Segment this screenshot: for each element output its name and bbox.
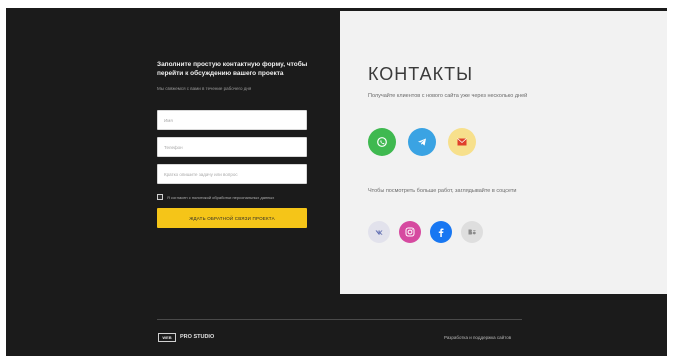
whatsapp-button[interactable] xyxy=(368,128,396,156)
message-input[interactable] xyxy=(157,164,307,184)
phone-input[interactable] xyxy=(157,137,307,157)
telegram-button[interactable] xyxy=(408,128,436,156)
behance-icon xyxy=(468,229,476,235)
contact-form: Заполните простую контактную форму, чтоб… xyxy=(157,60,317,228)
form-title: Заполните простую контактную форму, чтоб… xyxy=(157,61,308,77)
form-subtitle: Мы свяжемся с вами в течение рабочего дн… xyxy=(157,86,252,91)
consent-checkbox[interactable] xyxy=(157,194,163,200)
vk-icon xyxy=(375,230,383,235)
whatsapp-icon xyxy=(376,136,388,148)
facebook-icon xyxy=(438,228,444,237)
consent-label: Я согласен с политикой обработки персона… xyxy=(167,194,275,200)
name-input[interactable] xyxy=(157,110,307,130)
facebook-button[interactable] xyxy=(430,221,452,243)
footer-divider xyxy=(157,319,522,320)
behance-button[interactable] xyxy=(461,221,483,243)
contacts-title: КОНТАКТЫ xyxy=(368,64,474,84)
messengers-text: Получайте клиентов с нового сайта уже че… xyxy=(368,93,528,99)
submit-button[interactable]: ЖДАТЬ ОБРАТНОЙ СВЯЗИ ПРОЕКТА xyxy=(157,208,307,228)
footer-link[interactable]: Разработка и поддержка сайтов xyxy=(444,335,511,340)
consent-row: Я согласен с политикой обработки персона… xyxy=(157,193,317,201)
telegram-icon xyxy=(417,137,427,147)
contacts-panel: КОНТАКТЫ Получайте клиентов с нового сай… xyxy=(340,11,667,294)
footer-logo[interactable]: WEB xyxy=(158,333,176,342)
socials-text: Чтобы посмотреть больше работ, заглядыва… xyxy=(368,188,517,194)
email-button[interactable] xyxy=(448,128,476,156)
instagram-icon xyxy=(405,227,415,237)
footer-brand: PRO STUDIO xyxy=(180,334,215,340)
vk-button[interactable] xyxy=(368,221,390,243)
instagram-button[interactable] xyxy=(399,221,421,243)
email-icon xyxy=(457,138,467,146)
